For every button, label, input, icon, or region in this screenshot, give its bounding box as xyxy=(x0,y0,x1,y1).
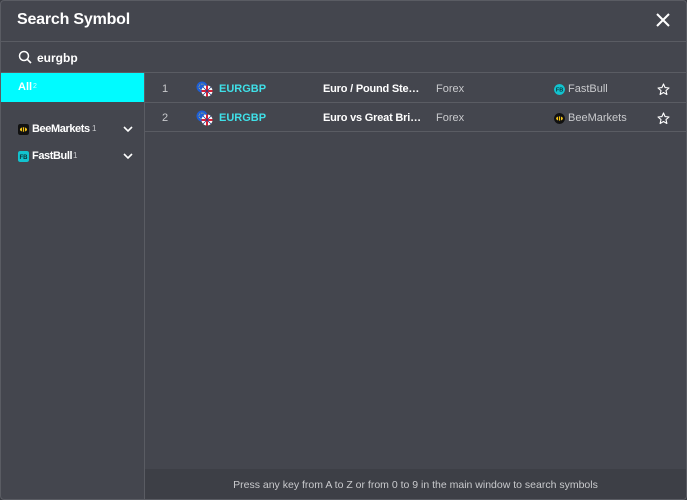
result-index: 2 xyxy=(162,112,169,124)
footer-hint: Press any key from A to Z or from 0 to 9… xyxy=(145,469,686,499)
sidebar-item-count: 1 xyxy=(73,151,78,160)
star-icon[interactable] xyxy=(657,83,670,96)
result-description: Euro / Pound Sterling xyxy=(323,83,423,95)
sidebar-item-count: 1 xyxy=(92,124,97,133)
chevron-down-icon[interactable] xyxy=(123,125,133,133)
dialog-title: Search Symbol xyxy=(17,11,131,28)
beemarkets-logo-icon xyxy=(18,124,29,135)
results-list: 1 EURGBP Euro / Pound Sterling Forex FB … xyxy=(145,73,686,469)
sidebar-item-fastbull[interactable]: FB FastBull 1 xyxy=(1,147,144,167)
sidebar-item-count: 2 xyxy=(33,83,37,90)
result-index: 1 xyxy=(162,83,169,95)
fastbull-logo-text: FB xyxy=(20,155,29,161)
dialog-header: Search Symbol xyxy=(1,1,686,42)
result-symbol: EURGBP xyxy=(219,112,267,124)
fastbull-logo-icon: FB xyxy=(554,84,565,95)
search-symbol-dialog: Search Symbol All 2 BeeMarkets 1 xyxy=(0,0,687,500)
search-bar xyxy=(1,42,686,73)
sidebar-item-all[interactable]: All 2 xyxy=(1,73,144,102)
result-source: BeeMarkets xyxy=(568,112,627,124)
result-row[interactable]: 2 EURGBP Euro vs Great Britain Pound For… xyxy=(145,103,686,132)
result-symbol: EURGBP xyxy=(219,83,267,95)
search-icon xyxy=(18,50,32,64)
chevron-down-icon[interactable] xyxy=(123,152,133,160)
close-icon[interactable] xyxy=(654,11,672,29)
sidebar-item-label: BeeMarkets xyxy=(32,123,90,135)
beemarkets-logo-icon xyxy=(554,113,565,124)
sidebar-item-beemarkets[interactable]: BeeMarkets 1 xyxy=(1,120,144,140)
sidebar-item-label: All xyxy=(18,81,33,93)
eur-gbp-flag-icon xyxy=(196,110,213,126)
search-input[interactable] xyxy=(37,48,657,67)
result-type: Forex xyxy=(436,83,465,95)
star-icon[interactable] xyxy=(657,112,670,125)
result-description: Euro vs Great Britain Pound xyxy=(323,112,423,124)
fastbull-logo-text: FB xyxy=(556,88,563,94)
fastbull-logo-icon: FB xyxy=(18,151,29,162)
result-source: FastBull xyxy=(568,83,608,95)
source-sidebar: All 2 BeeMarkets 1 FB FastBull 1 xyxy=(1,73,145,499)
footer-hint-text: Press any key from A to Z or from 0 to 9… xyxy=(233,479,598,491)
result-type: Forex xyxy=(436,112,465,124)
result-row[interactable]: 1 EURGBP Euro / Pound Sterling Forex FB … xyxy=(145,74,686,103)
sidebar-item-label: FastBull xyxy=(32,150,73,162)
eur-gbp-flag-icon xyxy=(196,81,213,97)
